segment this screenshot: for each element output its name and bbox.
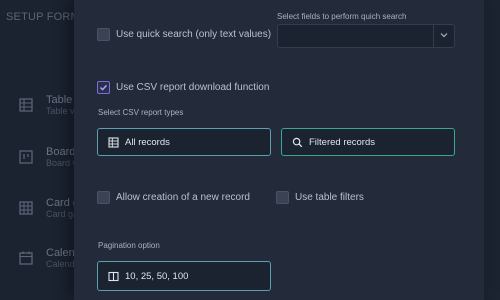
board-icon [19, 150, 33, 164]
csv-type-label: All records [125, 136, 170, 148]
csv-type-filtered-records-button[interactable]: Filtered records [281, 128, 455, 156]
checkmark-icon [100, 84, 108, 91]
background-item-label: Table [46, 94, 73, 106]
book-icon [108, 271, 119, 281]
allow-new-record-checkbox[interactable] [97, 191, 110, 204]
table-filters-checkbox[interactable] [276, 191, 289, 204]
quick-search-checkbox[interactable] [97, 28, 110, 41]
background-item-label: Board [46, 146, 76, 158]
csv-download-option[interactable]: Use CSV report download function [97, 81, 269, 94]
table-filters-label: Use table filters [295, 192, 364, 203]
card-gallery-icon [19, 201, 33, 215]
quick-search-option[interactable]: Use quick search (only text values) [97, 28, 271, 41]
table-icon [19, 98, 33, 112]
allow-new-record-label: Allow creation of a new record [116, 192, 250, 203]
quick-search-label: Use quick search (only text values) [116, 29, 272, 40]
csv-types-label: Select CSV report types [98, 108, 184, 117]
background-item-sub: Calend [46, 259, 75, 269]
table-filters-option[interactable]: Use table filters [276, 191, 364, 204]
app-frame: SETUP FORM Table Table ve Board Board vi [0, 0, 500, 300]
csv-type-all-records-button[interactable]: All records [97, 128, 271, 156]
table-icon [108, 136, 119, 148]
settings-panel: Use quick search (only text values) Sele… [74, 0, 484, 300]
pagination-label: Pagination option [98, 241, 160, 250]
quick-search-fields-label: Select fields to perform quich search [277, 12, 407, 21]
calendar-icon [19, 251, 33, 265]
chevron-down-icon [440, 33, 448, 38]
csv-download-checkbox[interactable] [97, 81, 110, 94]
csv-type-label: Filtered records [309, 136, 375, 148]
pagination-select[interactable]: 10, 25, 50, 100 [97, 261, 271, 291]
csv-download-label: Use CSV report download function [116, 82, 270, 93]
background-page-title: SETUP FORM [6, 11, 80, 23]
select-divider [433, 25, 434, 47]
quick-search-fields-select[interactable] [277, 24, 455, 48]
pagination-value: 10, 25, 50, 100 [125, 270, 189, 282]
search-icon [292, 137, 303, 147]
allow-new-record-option[interactable]: Allow creation of a new record [97, 191, 250, 204]
